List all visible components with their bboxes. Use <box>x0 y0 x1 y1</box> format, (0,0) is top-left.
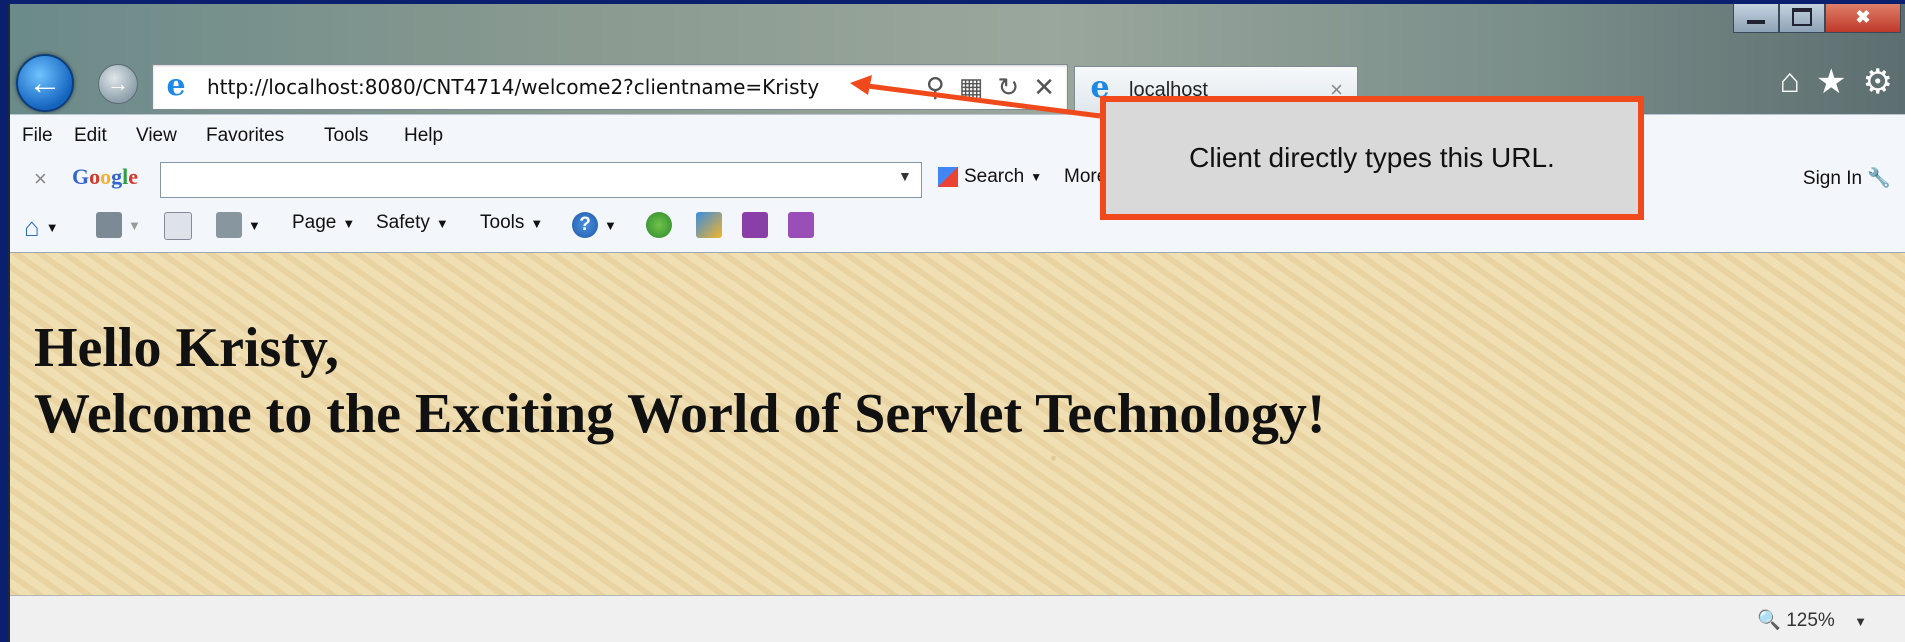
greeting-line-2: Welcome to the Exciting World of Servlet… <box>34 383 1326 445</box>
ie-logo-icon: e <box>166 68 186 103</box>
mail-button[interactable] <box>164 212 192 240</box>
page-menu-label: Page <box>292 212 337 233</box>
greeting-line-1: Hello Kristy, <box>34 317 339 379</box>
messenger-icon <box>646 212 672 238</box>
compatibility-view-icon[interactable]: ▦ <box>959 71 984 103</box>
toolbar-close-icon[interactable]: × <box>34 166 47 192</box>
settings-gear-icon[interactable]: ⚙ <box>1863 62 1893 102</box>
print-dropdown-icon: ▼ <box>248 217 261 233</box>
feeds-dropdown-icon: ▼ <box>128 217 141 233</box>
feeds-button[interactable]: ▼ <box>96 212 141 238</box>
search-dropdown-icon[interactable]: ▼ <box>898 168 912 184</box>
refresh-icon[interactable]: ↻ <box>997 71 1019 103</box>
safety-dropdown-icon: ▼ <box>435 215 449 231</box>
annotation-text: Client directly types this URL. <box>1189 142 1555 173</box>
onenote-icon <box>742 212 768 238</box>
address-bar[interactable]: e http://localhost:8080/CNT4714/welcome2… <box>152 64 1068 110</box>
help-button[interactable]: ? ▼ <box>572 212 617 238</box>
home-button[interactable]: ⌂ ▼ <box>24 212 59 243</box>
google-search-label: Search <box>964 166 1025 187</box>
help-dropdown-icon: ▼ <box>604 217 617 233</box>
home-page-icon: ⌂ <box>24 212 40 242</box>
onenote-linked-icon <box>788 212 814 238</box>
page-content: Hello Kristy, Welcome to the Exciting Wo… <box>10 253 1905 595</box>
sign-in-label: Sign In <box>1802 168 1863 189</box>
google-search-button[interactable]: Search ▼ <box>938 166 1042 188</box>
mail-icon <box>164 212 192 240</box>
zoom-icon: 🔍 <box>1757 610 1781 631</box>
menu-view[interactable]: View <box>136 125 177 147</box>
close-icon: ✖ <box>1855 6 1871 27</box>
browser-right-icons: ⌂ ★ ⚙ <box>1779 62 1893 102</box>
home-icon[interactable]: ⌂ <box>1779 62 1800 102</box>
window-controls: ✖ <box>1733 4 1901 33</box>
onenote-send-button[interactable] <box>742 212 768 238</box>
page-dropdown-icon: ▼ <box>342 215 356 231</box>
safety-menu-label: Safety <box>376 212 430 233</box>
zoom-control[interactable]: 🔍 125% ▼ <box>1757 608 1867 632</box>
close-button[interactable]: ✖ <box>1825 4 1901 33</box>
annotation-callout: Client directly types this URL. <box>1100 96 1644 220</box>
safety-menu[interactable]: Safety ▼ <box>376 212 449 234</box>
minimize-button[interactable] <box>1733 4 1779 33</box>
pen-icon <box>696 212 722 238</box>
maximize-button[interactable] <box>1779 4 1825 33</box>
tools-menu-label: Tools <box>480 212 525 233</box>
forward-arrow-icon: → <box>107 71 129 96</box>
menu-tools[interactable]: Tools <box>324 125 368 147</box>
messenger-button[interactable] <box>646 212 672 238</box>
stop-icon[interactable]: ✕ <box>1033 71 1055 103</box>
menu-file[interactable]: File <box>22 125 53 147</box>
google-logo: Google <box>72 164 139 189</box>
search-menu-arrow-icon: ▼ <box>1030 170 1043 184</box>
tools-menu[interactable]: Tools ▼ <box>480 212 543 234</box>
printer-icon <box>216 212 242 238</box>
pdf-tool-button[interactable] <box>696 212 722 238</box>
home-dropdown-icon: ▼ <box>45 220 59 235</box>
zoom-dropdown-icon: ▼ <box>1854 614 1867 629</box>
help-icon: ? <box>572 212 598 238</box>
menu-edit[interactable]: Edit <box>74 125 107 147</box>
rss-feed-icon <box>96 212 122 238</box>
tools-dropdown-icon: ▼ <box>530 215 544 231</box>
search-icon[interactable]: ⚲ <box>926 71 945 103</box>
url-text[interactable]: http://localhost:8080/CNT4714/welcome2?c… <box>207 75 819 99</box>
print-button[interactable]: ▼ <box>216 212 261 238</box>
back-button[interactable]: ← <box>16 54 74 112</box>
menu-help[interactable]: Help <box>404 125 443 147</box>
google-search-input[interactable] <box>160 162 922 198</box>
forward-button[interactable]: → <box>98 64 138 104</box>
google-search-icon <box>938 167 958 187</box>
back-arrow-icon: ← <box>28 63 62 102</box>
page-menu[interactable]: Page ▼ <box>292 212 355 234</box>
status-bar: 🔍 125% ▼ <box>10 595 1905 642</box>
menu-favorites[interactable]: Favorites <box>206 125 284 147</box>
zoom-level: 125% <box>1786 610 1835 631</box>
greeting-heading: Hello Kristy, Welcome to the Exciting Wo… <box>34 315 1326 447</box>
google-sign-in[interactable]: Sign In 🔧 <box>1803 166 1891 190</box>
wrench-icon: 🔧 <box>1867 168 1891 189</box>
onenote-linked-button[interactable] <box>788 212 814 238</box>
address-bar-icons: ⚲ ▦ ↻ ✕ <box>926 71 1055 103</box>
favorites-star-icon[interactable]: ★ <box>1816 62 1846 102</box>
